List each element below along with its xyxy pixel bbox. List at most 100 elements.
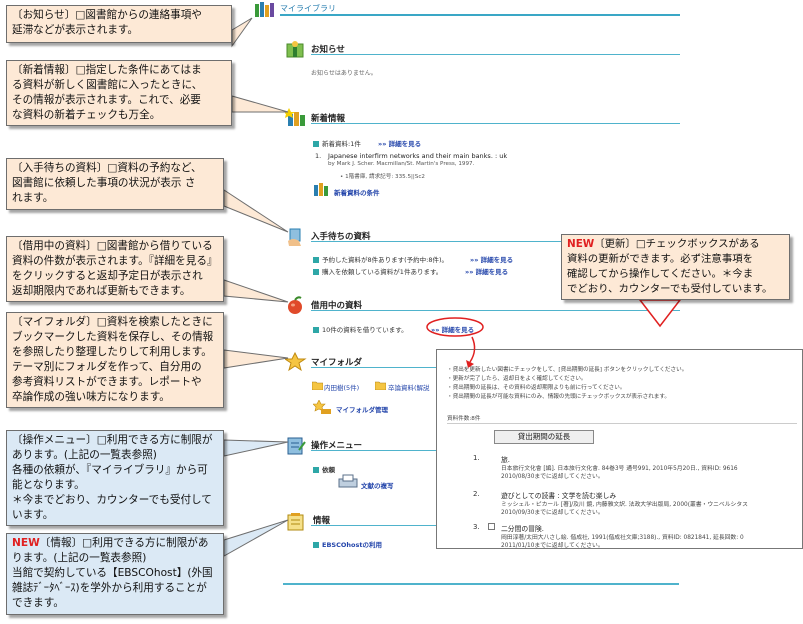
callout-tag: 〔入手待ちの資料〕 [12, 162, 108, 174]
bullet-square-icon [313, 327, 319, 333]
callout-text: 当館で契約している【EBSCOhost】(外国 [12, 567, 213, 579]
shinchaku-detail-link[interactable]: »» 詳細を見る [378, 138, 421, 148]
page-bottom-divider [283, 583, 679, 585]
new-badge: NEW [567, 238, 595, 250]
shinchaku-detail-link-label: 詳細を見る [388, 140, 422, 148]
callout-text: 参考資料リストができます。レポートや [12, 376, 202, 388]
popup-note-4: ・貸出期間の延長が可能な資料にのみ、情報の先頭にチェックボックスが表示されます。 [447, 394, 671, 400]
machi-detail-link-2[interactable]: »» 詳細を見る [465, 266, 508, 276]
popup-count: 資料件数:8件 [447, 416, 481, 422]
callout-text: 卒論作成の強い味方になります。 [12, 391, 170, 403]
popup-item-line2: 2011/01/10までに返却してください。 [501, 543, 604, 549]
popup-item-num: 2. [473, 490, 480, 498]
kashidashi-line: 10件の資料を借りています。 [313, 324, 408, 334]
bullet-square-icon [313, 542, 319, 548]
callout-text: な資料の新着チェックも万全。 [12, 109, 161, 121]
callout-text: 資料の更新ができます。必ず注意事項を [567, 253, 753, 265]
callout-tag: 〔借用中の資料〕 [12, 240, 97, 252]
machi-line2-text: 購入を依頼している資料が1件あります。 [322, 268, 443, 276]
machi-line1: 予約した資料が8件あります(予約中:8件)。 [313, 254, 448, 264]
callout-text: を参照したり整理したりして利用します。 [12, 346, 212, 358]
waiting-hand-icon [288, 228, 301, 246]
shinchaku-item-num: 1. [315, 152, 322, 160]
kashidashi-detail-link[interactable]: »» 詳細を見る [431, 324, 474, 334]
copy-request-icon [338, 474, 358, 488]
callout-text: 確認してから操作してください。＊今ま [567, 268, 754, 280]
callout-text: □利用できる方に制限が [96, 434, 213, 446]
kashidashi-detail-link-label: 詳細を見る [441, 326, 475, 334]
callout-text: □資料の予約など、 [107, 162, 202, 174]
callout-text: をクリックすると返却予定日が表示され [12, 270, 203, 282]
new-arrivals-icon [285, 108, 305, 126]
menu-group: 依頼 [313, 464, 335, 474]
section-divider [311, 367, 436, 368]
folder-manage-link[interactable]: マイフォルダ管理 [336, 404, 388, 414]
callout-tag: 〔操作メニュー〕 [12, 434, 97, 446]
callout-joho: NEW〔情報〕□利用できる方に制限があ ります。(上記の一覧表参照) 当館で契約… [6, 533, 224, 615]
borrowed-apple-icon [288, 296, 302, 314]
callout-text: □図書館から借りている [96, 240, 213, 252]
shinchaku-count: 新着資料:1件 [313, 138, 361, 148]
callout-shinchaku: 〔新着情報〕□指定した条件にあてはま る資料が新しく図書館に入ったときに、 その… [6, 60, 232, 126]
myfolder-star-icon [285, 352, 307, 372]
machi-detail-link-1[interactable]: »» 詳細を見る [470, 254, 513, 264]
shinchaku-count-text: 新着資料:1件 [322, 140, 361, 148]
bullet-square-icon [313, 257, 319, 263]
menu-item-copy-link[interactable]: 文献の複写 [361, 480, 394, 490]
callout-text: □チェックボックスがある [635, 238, 760, 250]
callout-text: 返却期限内であれば更新もできます。 [12, 285, 191, 297]
callout-text: れます。 [12, 192, 54, 204]
callout-oshirase: 〔お知らせ〕□図書館からの連絡事項や 延滞などが表示されます。 [6, 5, 232, 43]
section-divider [311, 123, 680, 124]
shinchaku-item-by: by Mark J. Scher. Macmillan/St. Martin's… [328, 161, 475, 167]
callout-menu: 〔操作メニュー〕□利用できる方に制限が あります。(上記の一覧表参照) 各種の依… [6, 430, 224, 526]
machi-detail-link-1-label: 詳細を見る [480, 256, 514, 264]
page-title: マイライブラリ [280, 4, 336, 13]
callout-text: ＊今までどおり、カウンターでも受付して [12, 494, 212, 506]
callout-text: できます。 [12, 597, 64, 609]
popup-note-2: ・更新が完了したら、返却日をよく確認してください。 [447, 376, 587, 382]
folder-link-2[interactable]: 卒論資料(解説 [388, 382, 430, 392]
new-badge: NEW [12, 537, 40, 549]
popup-divider [447, 423, 797, 424]
machi-line1-text: 予約した資料が8件あります(予約中:8件)。 [322, 256, 449, 264]
machi-line2: 購入を依頼している資料が1件あります。 [313, 266, 442, 276]
bullet-square-icon [313, 141, 319, 147]
callout-text: テーマ別にフォルダを作って、自分用の [12, 361, 202, 373]
books-condition-icon [314, 183, 328, 196]
joho-ebsco-link[interactable]: EBSCOhostの利用 [322, 541, 382, 549]
renewal-popup: ・貸出を更新したい図書にチェックをして、[貸出期間の延長] ボタンをクリックして… [436, 349, 803, 549]
bullet-square-icon [313, 269, 319, 275]
extend-loan-button[interactable]: 貸出期間の延長 [494, 430, 594, 444]
callout-text: 図書館に依頼した事項の状況が表示 さ [12, 177, 196, 189]
callout-kashidashi: 〔借用中の資料〕□図書館から借りている 資料の件数が表示されます。『詳細を見る』… [6, 236, 224, 302]
shinchaku-condition-link[interactable]: 新着資料の条件 [334, 187, 380, 197]
folder-link-1[interactable]: 内田樹(5件) [324, 382, 359, 392]
callout-text: □資料を検索したときに [96, 316, 213, 328]
shinchaku-item-title[interactable]: Japanese interfirm networks and their ma… [328, 152, 507, 160]
callout-text: あります。(上記の一覧表参照) [12, 449, 157, 461]
callout-tag: 〔新着情報〕 [12, 64, 76, 76]
bullet-square-icon [313, 467, 319, 473]
header-divider [280, 14, 680, 16]
section-divider [311, 310, 680, 311]
callout-text: □指定した条件にあてはま [75, 64, 202, 76]
library-books-icon [255, 2, 274, 17]
folder-manage-icon [313, 400, 331, 414]
callout-folder: 〔マイフォルダ〕□資料を検索したときに ブックマークした資料を保存し、その情報 … [6, 312, 224, 408]
callout-text: でどおり、カウンターでも受付しています。 [567, 283, 773, 295]
callout-machi: 〔入手待ちの資料〕□資料の予約など、 図書館に依頼した事項の状況が表示 さ れま… [6, 158, 224, 210]
section-divider [311, 54, 680, 55]
renew-checkbox[interactable] [488, 523, 495, 530]
callout-text: □図書館からの連絡事項や [75, 9, 202, 21]
callout-tag: 〔お知らせ〕 [12, 9, 76, 21]
notice-board-icon [286, 41, 304, 58]
callout-text: 雑誌ﾃﾞｰﾀﾍﾞｰｽ)を学外から利用することが [12, 582, 207, 594]
callout-text: ブックマークした資料を保存し、その情報 [12, 331, 214, 343]
menu-group-text: 依頼 [322, 466, 335, 474]
joho-item: EBSCOhostの利用 [313, 539, 382, 549]
callout-text: 能となります。 [12, 479, 85, 491]
folder-icon [312, 381, 323, 390]
operation-menu-icon [287, 437, 306, 455]
callout-tag: 〔情報〕 [39, 537, 83, 549]
